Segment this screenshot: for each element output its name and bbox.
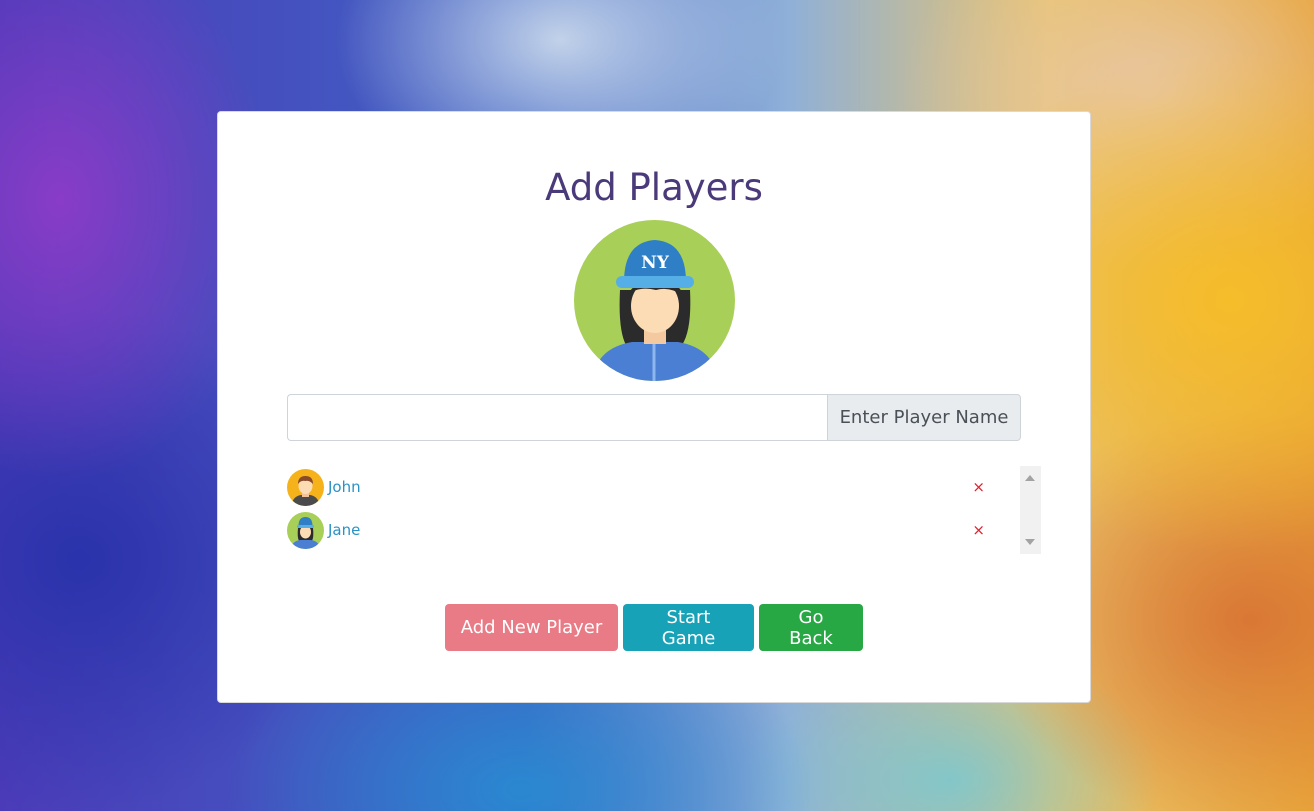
list-item: John × <box>287 467 1007 507</box>
start-game-button[interactable]: Start Game <box>623 604 754 651</box>
page-title: Add Players <box>545 166 763 209</box>
list-item: Jane × <box>287 510 1007 550</box>
girl-ny-cap-avatar-icon <box>287 511 324 549</box>
go-back-button[interactable]: Go Back <box>759 604 863 651</box>
remove-player-button[interactable]: × <box>972 478 985 496</box>
scroll-up-arrow-icon[interactable] <box>1025 475 1035 481</box>
enter-player-name-addon: Enter Player Name <box>827 394 1021 441</box>
player-name: Jane <box>328 521 361 539</box>
player-name-input[interactable] <box>287 394 827 441</box>
player-avatar-ny-cap-icon[interactable]: NY <box>574 220 735 381</box>
scroll-down-arrow-icon[interactable] <box>1025 539 1035 545</box>
svg-text:NY: NY <box>641 253 670 273</box>
boy-avatar-icon <box>287 468 324 506</box>
player-name-input-group: Enter Player Name <box>287 394 1021 441</box>
remove-player-button[interactable]: × <box>972 521 985 539</box>
player-list: John × Jane × <box>287 466 1041 554</box>
player-list-scrollbar[interactable] <box>1020 466 1041 554</box>
player-name: John <box>328 478 361 496</box>
action-buttons: Add New Player Start Game Go Back <box>445 604 863 651</box>
add-new-player-button[interactable]: Add New Player <box>445 604 618 651</box>
